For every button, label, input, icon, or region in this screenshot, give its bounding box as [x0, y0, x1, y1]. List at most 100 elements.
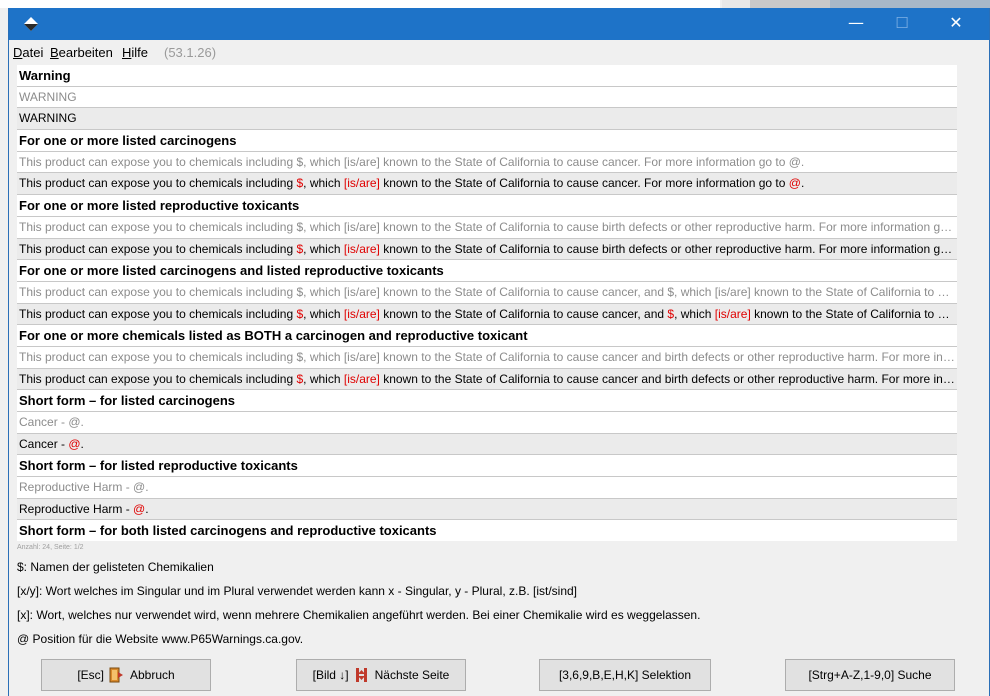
section-heading-row: Short form – for listed carcinogens: [17, 390, 957, 412]
record-count: Anzahl: 24, Seite: 1/2: [17, 544, 84, 551]
desktop-background: [0, 0, 990, 8]
next-page-button[interactable]: [Bild ↓] Nächste Seite: [296, 659, 466, 691]
exit-door-icon: [109, 667, 123, 683]
app-diamond-icon: [24, 17, 38, 31]
section-heading-row: Short form – for both listed carcinogens…: [17, 520, 957, 541]
row-text: Reproductive Harm - @.: [19, 480, 149, 495]
placeholder-token: [is/are]: [343, 371, 380, 386]
legend-website: @ Position für die Website www.P65Warnin…: [17, 632, 304, 646]
text-segment: , which: [303, 176, 344, 191]
row-text: This product can expose you to chemicals…: [19, 176, 955, 191]
editable-text-row[interactable]: Cancer - @.: [17, 433, 957, 456]
maximize-button[interactable]: ☐: [879, 8, 925, 40]
row-text: Warning: [19, 68, 71, 83]
section-heading-row: For one or more listed carcinogens: [17, 130, 957, 152]
warning-text-grid: Warning WARNING WARNING For one or more lis…: [17, 65, 957, 541]
row-text: For one or more listed reproductive toxi…: [19, 198, 300, 214]
template-row[interactable]: This product can expose you to chemicals…: [17, 216, 957, 239]
legend-dollar: $: Namen der gelisteten Chemikalien: [17, 560, 214, 574]
text-segment: , which: [303, 306, 344, 321]
editable-text-row[interactable]: WARNING: [17, 108, 957, 131]
minimize-button[interactable]: —: [833, 8, 879, 40]
template-row[interactable]: This product can expose you to chemicals…: [17, 346, 957, 369]
row-text: This product can expose you to chemicals…: [19, 219, 955, 234]
placeholder-token: [is/are]: [343, 306, 380, 321]
search-button[interactable]: [Strg+A-Z,1-9,0] Suche: [785, 659, 955, 691]
editable-text-row[interactable]: This product can expose you to chemicals…: [17, 173, 957, 196]
text-segment: This product can expose you to chemicals…: [19, 176, 297, 191]
legend-optional-word: [x]: Wort, welches nur verwendet wird, w…: [17, 608, 701, 622]
menu-bearbeiten[interactable]: Bearbeiten: [50, 45, 113, 60]
next-page-key-label: [Bild ↓]: [312, 668, 349, 682]
row-text: Cancer - @.: [19, 415, 84, 429]
section-heading-row: For one or more listed carcinogens and l…: [17, 260, 957, 282]
cancel-button[interactable]: [Esc] Abbruch: [41, 659, 211, 691]
section-heading-row: For one or more listed reproductive toxi…: [17, 195, 957, 217]
template-row[interactable]: This product can expose you to chemicals…: [17, 151, 957, 174]
placeholder-token: @: [788, 176, 801, 191]
row-text: Short form – for listed reproductive tox…: [19, 458, 298, 474]
row-text: This product can expose you to chemicals…: [19, 242, 955, 257]
menu-bar: Datei Bearbeiten Hilfe (53.1.26): [9, 40, 989, 62]
legend-singular-plural: [x/y]: Wort welches im Singular und im P…: [17, 584, 578, 598]
title-bar[interactable]: — ☐ ✕: [9, 8, 989, 40]
row-text: For one or more listed carcinogens: [19, 133, 237, 149]
text-segment: known to the State of California to caus…: [754, 306, 955, 321]
row-text: Short form – for both listed carcinogens…: [19, 523, 437, 539]
editable-text-row[interactable]: Reproductive Harm - @.: [17, 498, 957, 521]
cancel-key-label: [Esc]: [77, 668, 104, 682]
text-segment: .: [145, 501, 149, 516]
row-text: Reproductive Harm - @.: [19, 502, 955, 517]
row-text: This product can expose you to chemicals…: [19, 307, 955, 322]
template-row[interactable]: WARNING: [17, 86, 957, 109]
version-label: (53.1.26): [164, 45, 217, 60]
template-row[interactable]: This product can expose you to chemicals…: [17, 281, 957, 304]
text-segment: known to the State of California to caus…: [383, 371, 955, 386]
placeholder-token: @: [68, 436, 81, 451]
text-segment: This product can expose you to chemicals…: [19, 306, 297, 321]
placeholder-token: [is/are]: [343, 176, 380, 191]
text-segment: .: [800, 176, 805, 191]
editable-text-row[interactable]: This product can expose you to chemicals…: [17, 238, 957, 261]
row-text: This product can expose you to chemicals…: [19, 284, 955, 299]
text-segment: , which: [303, 371, 344, 386]
search-label: [Strg+A-Z,1-9,0] Suche: [808, 668, 932, 682]
selection-button[interactable]: [3,6,9,B,E,H,K] Selektion: [539, 659, 711, 691]
editable-text-row[interactable]: This product can expose you to chemicals…: [17, 303, 957, 326]
text-segment: This product can expose you to chemicals…: [19, 371, 297, 386]
row-text: WARNING: [19, 111, 77, 126]
placeholder-token: [is/are]: [343, 241, 380, 256]
row-text: Short form – for listed carcinogens: [19, 393, 235, 409]
editable-text-row[interactable]: This product can expose you to chemicals…: [17, 368, 957, 391]
text-segment: known to the State of California to caus…: [379, 176, 789, 191]
text-segment: This product can expose you to chemicals…: [19, 241, 297, 256]
menu-hilfe[interactable]: Hilfe: [122, 45, 148, 60]
cancel-label: Abbruch: [129, 668, 175, 682]
close-button[interactable]: ✕: [933, 8, 979, 40]
menu-datei[interactable]: Datei: [13, 45, 43, 60]
text-segment: known to the State of California to caus…: [379, 241, 955, 256]
text-segment: , which: [674, 306, 715, 321]
row-text: For one or more chemicals listed as BOTH…: [19, 328, 528, 344]
placeholder-token: @: [133, 501, 146, 516]
row-text: This product can expose you to chemicals…: [19, 154, 805, 169]
next-page-icon: [355, 668, 367, 682]
row-text: For one or more listed carcinogens and l…: [19, 263, 444, 279]
text-segment: Reproductive Harm -: [19, 501, 134, 516]
row-text: WARNING: [19, 89, 77, 104]
text-segment: Cancer -: [19, 436, 69, 451]
text-segment: , which: [303, 241, 344, 256]
template-row[interactable]: Reproductive Harm - @.: [17, 477, 957, 499]
section-heading-row: Short form – for listed reproductive tox…: [17, 455, 957, 478]
row-text: This product can expose you to chemicals…: [19, 349, 955, 364]
section-heading-row: Warning: [17, 65, 957, 87]
placeholder-token: [is/are]: [714, 306, 751, 321]
app-window: — ☐ ✕ Datei Bearbeiten Hilfe (53.1.26) W…: [8, 8, 990, 696]
row-text: Cancer - @.: [19, 437, 955, 452]
selection-label: [3,6,9,B,E,H,K] Selektion: [558, 668, 692, 682]
template-row[interactable]: Cancer - @.: [17, 412, 957, 434]
text-segment: .: [80, 436, 84, 451]
text-segment: known to the State of California to caus…: [379, 306, 668, 321]
next-page-label: Nächste Seite: [374, 668, 450, 682]
row-text: This product can expose you to chemicals…: [19, 372, 955, 387]
